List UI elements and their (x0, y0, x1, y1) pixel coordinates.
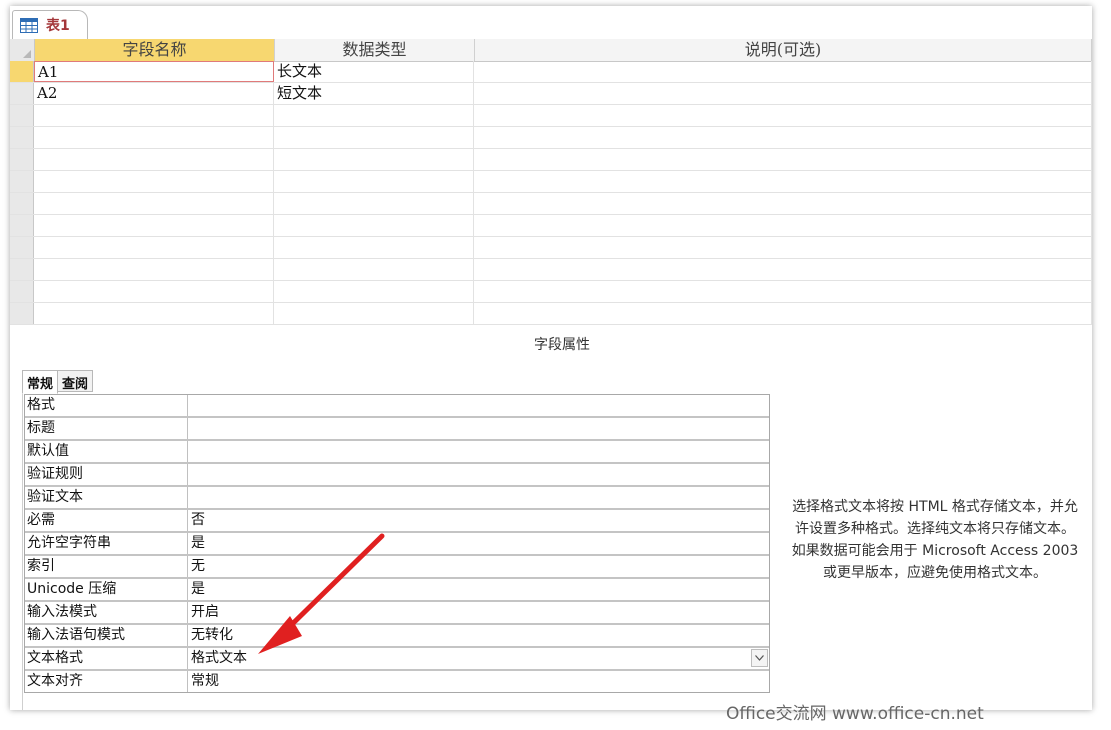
property-row-ime-mode[interactable]: 输入法模式 开启 (25, 602, 769, 625)
dropdown-button[interactable] (751, 649, 768, 667)
property-row-text-align[interactable]: 文本对齐 常规 (25, 671, 769, 692)
property-label: 输入法模式 (25, 602, 188, 623)
empty-row[interactable] (10, 259, 1092, 281)
description-cell[interactable] (474, 61, 1092, 82)
property-label: 格式 (25, 395, 188, 416)
row-selector[interactable] (10, 83, 34, 104)
help-line: 如果数据可能会用于 Microsoft Access 2003 (791, 543, 1079, 559)
table-icon (20, 17, 38, 33)
row-selector[interactable] (10, 61, 34, 82)
help-line: 或更早版本，应避免使用格式文本。 (823, 565, 1047, 581)
property-value[interactable]: 常规 (188, 671, 769, 692)
empty-row[interactable] (10, 171, 1092, 193)
empty-row[interactable] (10, 215, 1092, 237)
property-label: 默认值 (25, 441, 188, 462)
property-label: 标题 (25, 418, 188, 439)
document-tab-strip: 表1 (10, 6, 1092, 40)
property-label: Unicode 压缩 (25, 579, 188, 600)
property-row-default-value[interactable]: 默认值 (25, 441, 769, 464)
watermark: Office交流网 www.office-cn.net (726, 704, 984, 724)
field-properties-title: 字段属性 (534, 337, 590, 353)
table-design-grid: 字段名称 数据类型 说明(可选) A1 长文本 A2 短文本 (10, 39, 1092, 332)
red-arrow-annotation (258, 533, 385, 654)
property-tabs: 常规 查阅 (22, 370, 94, 394)
empty-row[interactable] (10, 105, 1092, 127)
field-name-cell[interactable]: A1 (34, 61, 274, 82)
description-cell[interactable] (474, 83, 1092, 104)
property-sheet: 格式 标题 默认值 验证规则 验证文本 必需否 允许空字符串是 索引无 Unic… (24, 394, 770, 693)
property-value[interactable] (188, 418, 769, 439)
property-row-ime-sentence-mode[interactable]: 输入法语句模式 无转化 (25, 625, 769, 648)
property-panel-border (22, 394, 23, 710)
document-tab-label: 表1 (46, 18, 70, 34)
property-row-unicode-compression[interactable]: Unicode 压缩是 (25, 579, 769, 602)
empty-row[interactable] (10, 237, 1092, 259)
empty-row[interactable] (10, 193, 1092, 215)
empty-row[interactable] (10, 281, 1092, 303)
property-value: 格式文本 (191, 650, 247, 666)
property-value[interactable] (188, 441, 769, 462)
help-line: 选择格式文本将按 HTML 格式存储文本，并允 (792, 499, 1078, 515)
column-header-description[interactable]: 说明(可选) (475, 39, 1092, 61)
property-label: 文本格式 (25, 648, 188, 669)
property-row-indexed[interactable]: 索引无 (25, 556, 769, 579)
data-type-cell[interactable]: 短文本 (274, 83, 474, 104)
property-row-allow-zero-length[interactable]: 允许空字符串是 (25, 533, 769, 556)
table-row[interactable]: A2 短文本 (10, 83, 1092, 105)
help-line: 许设置多种格式。选择纯文本将只存储文本。 (795, 521, 1075, 537)
empty-row[interactable] (10, 149, 1092, 171)
property-row-required[interactable]: 必需否 (25, 510, 769, 533)
property-label: 验证文本 (25, 487, 188, 508)
grid-header: 字段名称 数据类型 说明(可选) (10, 39, 1092, 62)
empty-row[interactable] (10, 303, 1092, 325)
column-header-data-type[interactable]: 数据类型 (275, 39, 475, 61)
property-label: 索引 (25, 556, 188, 577)
property-label: 允许空字符串 (25, 533, 188, 554)
property-row-validation-text[interactable]: 验证文本 (25, 487, 769, 510)
column-header-field-name[interactable]: 字段名称 (35, 39, 275, 61)
property-label: 文本对齐 (25, 671, 188, 692)
table-row[interactable]: A1 长文本 (10, 61, 1092, 83)
tab-lookup[interactable]: 查阅 (57, 370, 94, 392)
property-row-caption[interactable]: 标题 (25, 418, 769, 441)
property-label: 必需 (25, 510, 188, 531)
property-row-format[interactable]: 格式 (25, 395, 769, 418)
document-tab-table1[interactable]: 表1 (12, 10, 88, 39)
property-value[interactable] (188, 487, 769, 508)
property-help-text: 选择格式文本将按 HTML 格式存储文本，并允 许设置多种格式。选择纯文本将只存… (780, 496, 1090, 584)
select-all-corner[interactable] (10, 39, 35, 61)
property-value[interactable] (188, 395, 769, 416)
chevron-down-icon (755, 655, 764, 661)
property-label: 输入法语句模式 (25, 625, 188, 646)
tab-general[interactable]: 常规 (22, 370, 59, 394)
property-row-validation-rule[interactable]: 验证规则 (25, 464, 769, 487)
property-value[interactable]: 否 (188, 510, 769, 531)
field-name-cell[interactable]: A2 (34, 83, 274, 104)
property-row-text-format[interactable]: 文本格式 格式文本 (25, 648, 769, 671)
data-type-cell[interactable]: 长文本 (274, 61, 474, 82)
property-value[interactable] (188, 464, 769, 485)
property-label: 验证规则 (25, 464, 188, 485)
empty-row[interactable] (10, 127, 1092, 149)
